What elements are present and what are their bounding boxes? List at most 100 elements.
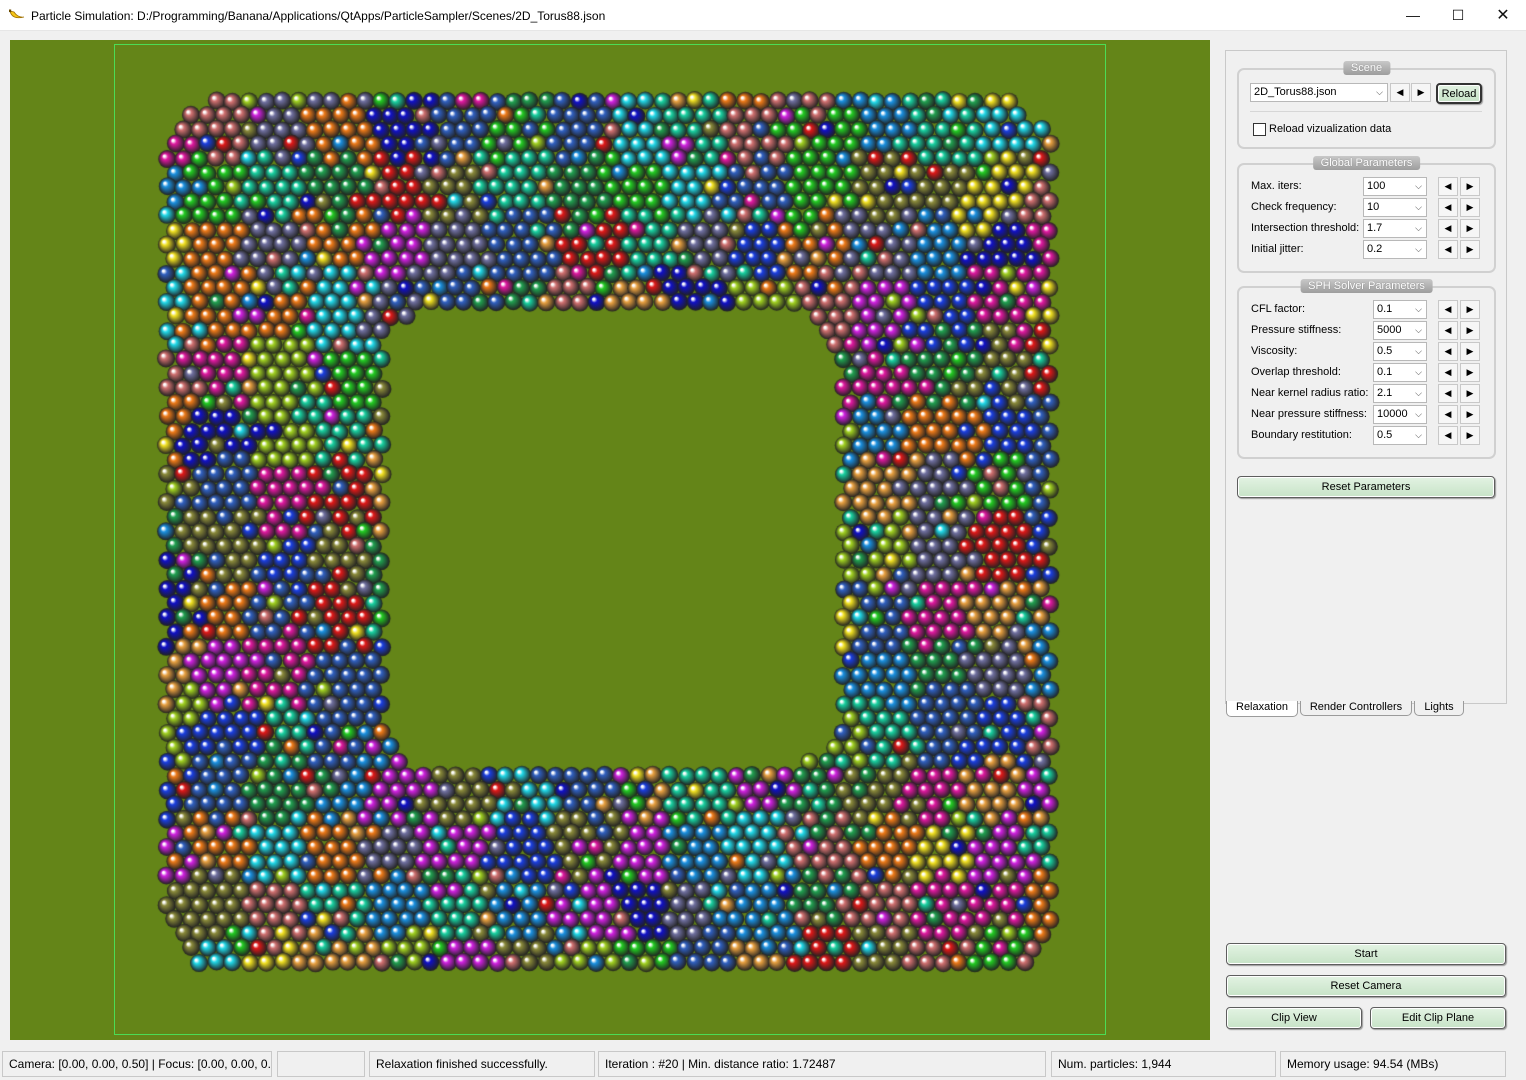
global-param-value-select[interactable]: 100 ⌵ xyxy=(1363,177,1427,196)
sph-param-label: Pressure stiffness: xyxy=(1251,324,1342,336)
sph-param-inc-button[interactable]: ▶ xyxy=(1460,321,1480,340)
status-camera: Camera: [0.00, 0.00, 0.50] | Focus: [0.0… xyxy=(2,1051,272,1077)
global-parameters-title: Global Parameters xyxy=(1312,156,1421,170)
arrow-right-icon: ▶ xyxy=(1417,87,1425,97)
arrow-left-icon: ◀ xyxy=(1444,181,1452,191)
reset-camera-button[interactable]: Reset Camera xyxy=(1226,975,1506,997)
tab-render-controllers[interactable]: Render Controllers xyxy=(1300,701,1412,716)
sph-param-inc-button[interactable]: ▶ xyxy=(1460,384,1480,403)
global-param-value-select[interactable]: 0.2 ⌵ xyxy=(1363,240,1427,259)
sph-param-inc-button[interactable]: ▶ xyxy=(1460,363,1480,382)
arrow-left-icon: ◀ xyxy=(1444,202,1452,212)
sph-param-value-select[interactable]: 5000 ⌵ xyxy=(1373,321,1427,340)
global-param-inc-button[interactable]: ▶ xyxy=(1460,198,1480,217)
arrow-right-icon: ▶ xyxy=(1466,244,1474,254)
title-bar: Particle Simulation: D:/Programming/Bana… xyxy=(0,0,1526,31)
divider xyxy=(1250,111,1482,112)
sph-param-dec-button[interactable]: ◀ xyxy=(1438,426,1458,445)
chevron-down-icon: ⌵ xyxy=(1415,304,1422,314)
global-param-inc-button[interactable]: ▶ xyxy=(1460,240,1480,259)
clip-view-button[interactable]: Clip View xyxy=(1226,1007,1362,1029)
global-param-value: 10 xyxy=(1367,201,1380,213)
sph-param-dec-button[interactable]: ◀ xyxy=(1438,321,1458,340)
arrow-left-icon: ◀ xyxy=(1444,304,1452,314)
sph-param-label: Boundary restitution: xyxy=(1251,429,1352,441)
sph-param-value-select[interactable]: 10000 ⌵ xyxy=(1373,405,1427,424)
sph-param-value: 0.5 xyxy=(1377,429,1393,441)
sph-solver-parameters-group: SPH Solver Parameters CFL factor: 0.1 ⌵ ◀ ▶ P… xyxy=(1237,279,1496,459)
next-scene-button[interactable]: ▶ xyxy=(1411,83,1431,102)
tab-relaxation[interactable]: Relaxation xyxy=(1226,701,1298,717)
sph-param-value: 5000 xyxy=(1377,324,1402,336)
sph-param-dec-button[interactable]: ◀ xyxy=(1438,342,1458,361)
global-parameters-group: Global Parameters Max. iters: 100 ⌵ ◀ ▶ Check… xyxy=(1237,156,1496,273)
arrow-right-icon: ▶ xyxy=(1466,181,1474,191)
global-param-value-select[interactable]: 1.7 ⌵ xyxy=(1363,219,1427,238)
arrow-left-icon: ◀ xyxy=(1396,87,1404,97)
reset-parameters-button[interactable]: Reset Parameters xyxy=(1237,476,1495,498)
maximize-button[interactable]: ☐ xyxy=(1435,0,1481,31)
prev-scene-button[interactable]: ◀ xyxy=(1390,83,1410,102)
start-button[interactable]: Start xyxy=(1226,943,1506,965)
sph-param-label: Near kernel radius ratio: xyxy=(1251,387,1369,399)
global-param-value: 100 xyxy=(1367,180,1386,192)
sph-param-value-select[interactable]: 0.5 ⌵ xyxy=(1373,342,1427,361)
reload-visualization-checkbox[interactable] xyxy=(1253,123,1266,136)
global-param-inc-button[interactable]: ▶ xyxy=(1460,219,1480,238)
chevron-down-icon: ⌵ xyxy=(1415,325,1422,335)
chevron-down-icon: ⌵ xyxy=(1415,367,1422,377)
sph-param-value-select[interactable]: 0.5 ⌵ xyxy=(1373,426,1427,445)
arrow-left-icon: ◀ xyxy=(1444,409,1452,419)
sph-param-dec-button[interactable]: ◀ xyxy=(1438,384,1458,403)
sph-param-inc-button[interactable]: ▶ xyxy=(1460,342,1480,361)
status-iteration: Iteration : #20 | Min. distance ratio: 1… xyxy=(598,1051,1046,1077)
edit-clip-plane-button[interactable]: Edit Clip Plane xyxy=(1370,1007,1506,1029)
sph-param-label: CFL factor: xyxy=(1251,303,1305,315)
sph-param-label: Viscosity: xyxy=(1251,345,1298,357)
arrow-right-icon: ▶ xyxy=(1466,325,1474,335)
chevron-down-icon: ⌵ xyxy=(1415,346,1422,356)
arrow-right-icon: ▶ xyxy=(1466,409,1474,419)
arrow-right-icon: ▶ xyxy=(1466,202,1474,212)
sph-param-dec-button[interactable]: ◀ xyxy=(1438,300,1458,319)
banana-icon xyxy=(9,9,25,19)
global-param-value-select[interactable]: 10 ⌵ xyxy=(1363,198,1427,217)
global-param-dec-button[interactable]: ◀ xyxy=(1438,177,1458,196)
sph-param-inc-button[interactable]: ▶ xyxy=(1460,405,1480,424)
minimize-icon: — xyxy=(1406,7,1420,23)
maximize-icon: ☐ xyxy=(1451,7,1465,23)
arrow-left-icon: ◀ xyxy=(1444,346,1452,356)
arrow-right-icon: ▶ xyxy=(1466,430,1474,440)
sph-param-value-select[interactable]: 2.1 ⌵ xyxy=(1373,384,1427,403)
reload-button[interactable]: Reload xyxy=(1436,83,1482,104)
arrow-left-icon: ◀ xyxy=(1444,223,1452,233)
global-param-inc-button[interactable]: ▶ xyxy=(1460,177,1480,196)
sph-param-inc-button[interactable]: ▶ xyxy=(1460,426,1480,445)
close-button[interactable]: ✕ xyxy=(1480,0,1526,31)
global-param-dec-button[interactable]: ◀ xyxy=(1438,240,1458,259)
tab-lights[interactable]: Lights xyxy=(1414,701,1464,716)
sph-solver-parameters-title: SPH Solver Parameters xyxy=(1300,279,1433,293)
window-title: Particle Simulation: D:/Programming/Bana… xyxy=(31,9,606,23)
scene-file-select[interactable]: 2D_Torus88.json ⌵ xyxy=(1250,83,1388,102)
reload-visualization-label: Reload vizualization data xyxy=(1269,123,1392,135)
minimize-button[interactable]: — xyxy=(1390,0,1436,31)
render-viewport[interactable] xyxy=(10,40,1210,1040)
sph-param-label: Overlap threshold: xyxy=(1251,366,1341,378)
scene-group: Scene 2D_Torus88.json ⌵ ◀ ▶ Reload Reloa… xyxy=(1237,61,1496,149)
sph-param-dec-button[interactable]: ◀ xyxy=(1438,405,1458,424)
global-param-dec-button[interactable]: ◀ xyxy=(1438,219,1458,238)
status-memory: Memory usage: 94.54 (MBs) xyxy=(1280,1051,1506,1077)
arrow-right-icon: ▶ xyxy=(1466,223,1474,233)
status-particles: Num. particles: 1,944 xyxy=(1051,1051,1276,1077)
sph-param-value-select[interactable]: 0.1 ⌵ xyxy=(1373,300,1427,319)
close-icon: ✕ xyxy=(1496,7,1510,24)
sph-param-value-select[interactable]: 0.1 ⌵ xyxy=(1373,363,1427,382)
sph-param-dec-button[interactable]: ◀ xyxy=(1438,363,1458,382)
arrow-left-icon: ◀ xyxy=(1444,367,1452,377)
sph-param-inc-button[interactable]: ▶ xyxy=(1460,300,1480,319)
arrow-right-icon: ▶ xyxy=(1466,388,1474,398)
global-param-dec-button[interactable]: ◀ xyxy=(1438,198,1458,217)
global-param-label: Max. iters: xyxy=(1251,180,1302,192)
arrow-left-icon: ◀ xyxy=(1444,388,1452,398)
